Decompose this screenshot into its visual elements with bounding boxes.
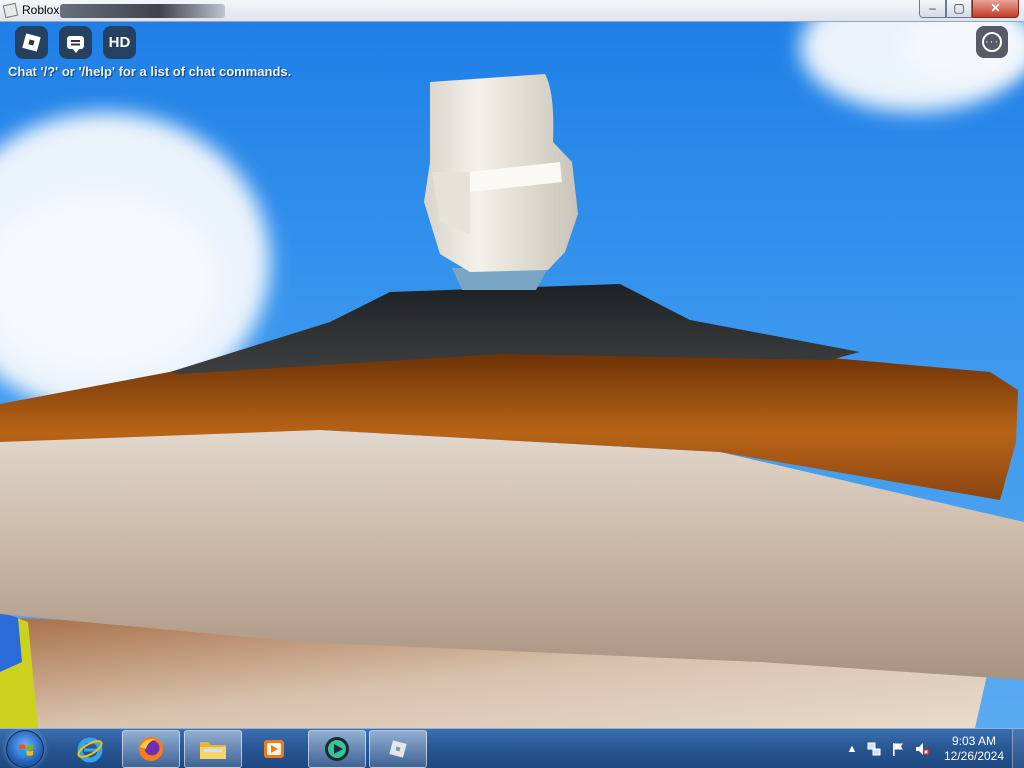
action-center-flag-icon[interactable] [890,741,906,757]
taskbar-firefox[interactable] [122,730,180,768]
clock-time: 9:03 AM [951,734,997,748]
chat-hint-text: Chat '/?' or '/help' for a list of chat … [8,64,292,79]
character-scene [0,74,1024,728]
taskbar: ▲ 9:03 AM 12/26/2024 [0,728,1024,768]
chat-button[interactable] [59,26,92,59]
maximize-button[interactable]: ▢ [946,0,972,18]
green-app-icon [325,737,349,761]
taskbar-roblox[interactable] [369,730,427,768]
taskbar-internet-explorer[interactable] [61,730,119,768]
firefox-icon [139,737,163,761]
show-desktop-button[interactable] [1012,729,1024,768]
window-title: Roblox [22,3,60,17]
network-icon[interactable] [866,741,882,757]
title-bar-overlay [60,4,225,18]
taskbar-media-player[interactable] [245,730,303,768]
window-title-bar[interactable]: Roblox ‒ ▢ ✕ [0,0,1024,22]
volume-muted-icon[interactable] [914,741,930,757]
roblox-menu-button[interactable] [15,26,48,59]
more-options-icon: ··· [982,32,1002,52]
close-button[interactable]: ✕ [972,0,1019,18]
minimize-button[interactable]: ‒ [919,0,946,18]
more-options-button[interactable]: ··· [976,26,1008,58]
taskbar-file-explorer[interactable] [184,730,242,768]
folder-icon [200,742,226,759]
chat-icon [67,36,84,53]
roblox-app-icon [2,2,19,19]
system-clock[interactable]: 9:03 AM 12/26/2024 [939,734,1009,764]
hd-button[interactable]: HD [103,26,136,59]
roblox-logo-icon [22,33,41,52]
internet-explorer-icon [77,737,103,763]
clock-date: 12/26/2024 [943,749,1005,763]
start-button[interactable] [6,730,44,768]
taskbar-green-app[interactable] [308,730,366,768]
show-hidden-icons[interactable]: ▲ [844,741,860,757]
windows-start-icon [19,744,33,756]
media-player-icon [264,740,284,758]
game-viewport[interactable]: HD ··· Chat '/?' or '/help' for a list o… [0,22,1024,728]
roblox-icon [389,740,407,758]
